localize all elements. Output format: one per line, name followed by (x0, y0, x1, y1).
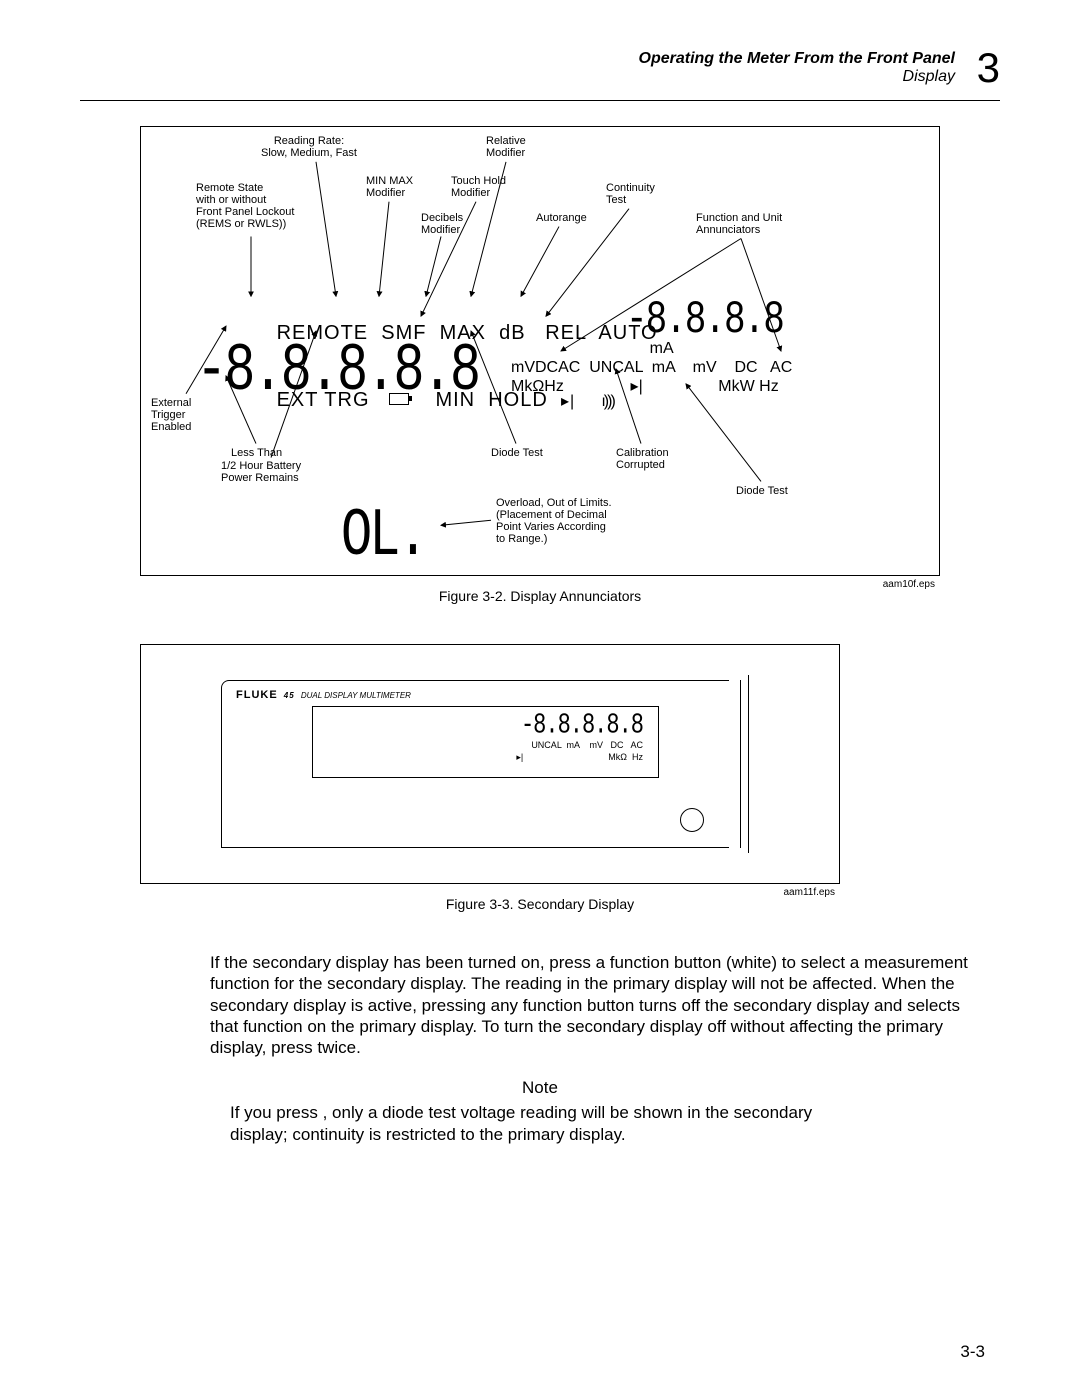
label-cal-corrupt: Calibration Corrupted (616, 447, 669, 471)
meter-edge (740, 680, 741, 848)
secondary-lcd-digits: -8.8.8.8.8 (521, 709, 643, 742)
body-paragraph: If the secondary display has been turned… (210, 952, 980, 1058)
label-reading-rate: Reading Rate: Slow, Medium, Fast (261, 135, 357, 159)
page-header: Operating the Meter From the Front Panel… (80, 50, 1000, 101)
meter-edge (748, 675, 749, 853)
eps-label-1: aam10f.eps (883, 579, 935, 590)
label-decibels-modifier: Decibels Modifier (421, 212, 463, 236)
label-diode-test-1: Diode Test (491, 447, 543, 459)
label-func-unit: Function and Unit Annunciators (696, 212, 782, 236)
meter-face: FLUKE 45 DUAL DISPLAY MULTIMETER -8.8.8.… (221, 680, 729, 848)
chapter-number: 3 (977, 44, 1000, 92)
label-diode-test-2: Diode Test (736, 485, 788, 497)
header-title: Operating the Meter From the Front Panel (639, 50, 955, 68)
primary-digits: -8.8.8.8.8 (196, 342, 478, 401)
header-text-block: Operating the Meter From the Front Panel… (639, 50, 955, 86)
eps-label-2: aam11f.eps (783, 887, 835, 898)
label-autorange: Autorange (536, 212, 587, 224)
label-minmax-modifier: MIN MAX Modifier (366, 175, 413, 199)
label-remote-state: Remote State with or without Front Panel… (196, 182, 294, 230)
secondary-digits: -8.8.8.8 (626, 299, 783, 340)
label-overload: Overload, Out of Limits. (Placement of D… (496, 497, 612, 545)
label-battery: 1/2 Hour Battery Power Remains (221, 460, 301, 484)
round-button-icon (680, 808, 704, 832)
label-less-than: Less Than (231, 447, 282, 459)
figure-3-3-frame: FLUKE 45 DUAL DISPLAY MULTIMETER -8.8.8.… (140, 644, 840, 884)
label-touchhold-modifier: Touch Hold Modifier (451, 175, 506, 199)
page: Operating the Meter From the Front Panel… (0, 0, 1080, 1397)
figure-3-3-caption: Figure 3-3. Secondary Display (80, 896, 1000, 912)
diode-icon-2: ▸| (631, 378, 643, 395)
label-continuity: Continuity Test (606, 182, 655, 206)
unit-annunciators: mA mVDCAC UNCAL mA mV DC AC MkΩHz ▸| MkW… (511, 339, 792, 397)
brand-line: FLUKE 45 DUAL DISPLAY MULTIMETER (236, 689, 411, 701)
secondary-lcd: -8.8.8.8.8 UNCAL mA mV DC AC ▸|MkΩ Hz (312, 706, 659, 778)
label-ext-trig: External Trigger Enabled (151, 397, 191, 433)
secondary-lcd-units2: ▸|MkΩ Hz (521, 752, 643, 763)
note-body: If you press , only a diode test voltage… (230, 1102, 860, 1145)
label-relative-modifier: Relative Modifier (486, 135, 526, 159)
page-number: 3-3 (960, 1342, 985, 1362)
overload-digits: OL. (341, 507, 426, 566)
figure-3-2-frame: Reading Rate: Slow, Medium, Fast Relativ… (140, 126, 940, 576)
header-subtitle: Display (639, 68, 955, 86)
figure-3-2-caption: Figure 3-2. Display Annunciators (80, 588, 1000, 604)
note-header: Note (80, 1078, 1000, 1098)
